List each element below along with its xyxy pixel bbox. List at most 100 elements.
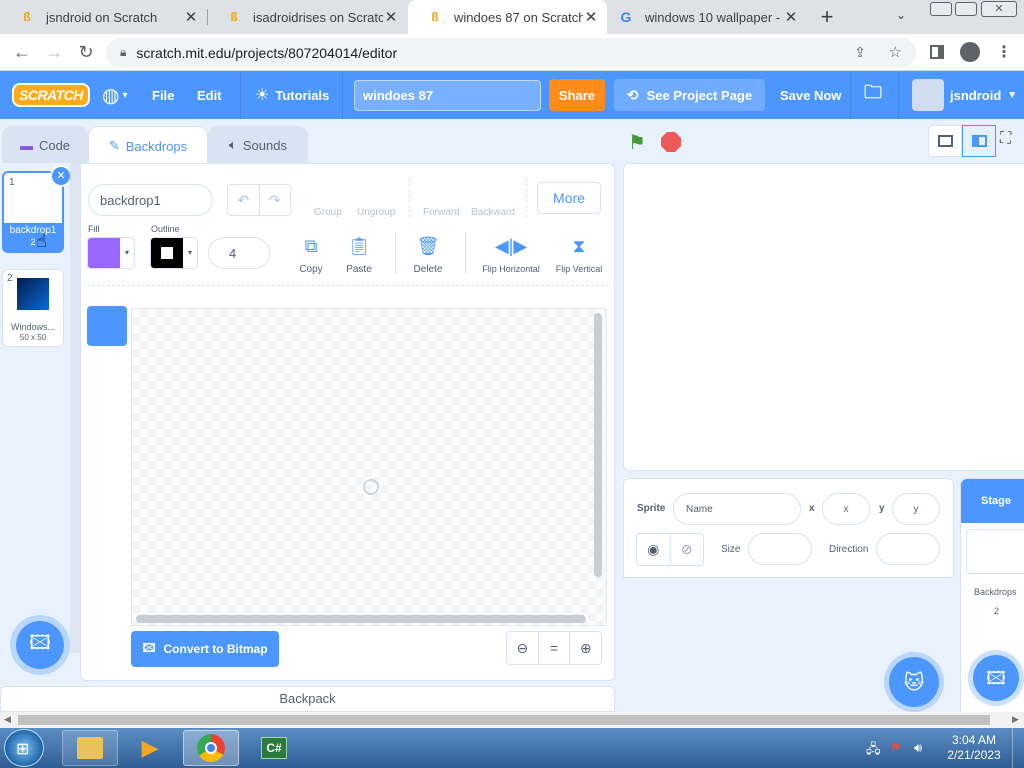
tab-backdrops[interactable]: ✎ Backdrops bbox=[88, 126, 208, 165]
zoom-reset-button[interactable]: = bbox=[539, 632, 571, 664]
csharp-taskbar-button[interactable]: C# bbox=[246, 730, 302, 766]
network-icon[interactable]: 🖧︎ bbox=[866, 740, 881, 762]
back-icon[interactable]: ← bbox=[10, 40, 34, 64]
costume-item-1[interactable]: 1 backdrop1 2 ✕ ☝ bbox=[2, 165, 72, 253]
costume-name-input[interactable]: backdrop1 bbox=[88, 184, 213, 216]
green-flag-icon[interactable]: ⚑ bbox=[628, 130, 646, 155]
scroll-right-icon[interactable]: ▶ bbox=[1012, 714, 1019, 725]
project-title-input[interactable]: windoes 87 bbox=[354, 80, 541, 111]
stop-sign-icon[interactable] bbox=[661, 132, 681, 152]
costume-item-2[interactable]: 2 Windows... 50 x 50 bbox=[2, 269, 64, 347]
undo-icon[interactable]: ↶ bbox=[228, 185, 260, 215]
scrollbar[interactable] bbox=[70, 163, 80, 653]
group-button[interactable]: Group bbox=[314, 207, 342, 218]
x-input[interactable]: x bbox=[822, 493, 870, 525]
fullscreen-icon[interactable]: ⛶ bbox=[1000, 130, 1011, 148]
account-menu[interactable]: jsndroid ▼ bbox=[912, 71, 1017, 119]
stage-canvas[interactable] bbox=[623, 163, 1024, 471]
delete-button[interactable]: 🗑︎ Delete bbox=[408, 236, 448, 275]
language-globe-icon[interactable]: ◍ ▾ bbox=[102, 71, 127, 119]
delete-costume-icon[interactable]: ✕ bbox=[50, 165, 72, 187]
horizontal-scrollbar[interactable] bbox=[136, 615, 586, 623]
scratch-logo[interactable]: SCRATCH bbox=[12, 71, 90, 119]
size-input[interactable] bbox=[748, 533, 812, 565]
forward-icon[interactable]: → bbox=[42, 40, 66, 64]
chrome-taskbar-button[interactable] bbox=[183, 730, 239, 766]
flip-horizontal-button[interactable]: ◀|▶ Flip Horizontal bbox=[476, 236, 546, 274]
direction-input[interactable] bbox=[876, 533, 940, 565]
tab-code[interactable]: ▬ Code bbox=[2, 126, 88, 164]
browser-tab-strip: ß jsndroid on Scratch ✕ ß isadroidrises … bbox=[0, 0, 1024, 34]
tool-selected[interactable] bbox=[87, 306, 127, 346]
fill-color-picker[interactable]: ▾ bbox=[87, 237, 135, 269]
reload-icon[interactable]: ↻ bbox=[74, 40, 98, 64]
show-desktop-button[interactable] bbox=[1012, 728, 1024, 768]
close-icon[interactable]: ✕ bbox=[183, 8, 199, 26]
stage-thumbnail[interactable] bbox=[966, 529, 1024, 574]
new-tab-button[interactable]: + bbox=[816, 4, 838, 30]
edit-menu[interactable]: Edit bbox=[197, 71, 222, 119]
explorer-taskbar-button[interactable] bbox=[62, 730, 118, 766]
save-now-button[interactable]: Save Now bbox=[780, 71, 841, 119]
close-icon[interactable]: ✕ bbox=[783, 8, 799, 26]
outline-color-picker[interactable]: ▾ bbox=[150, 237, 198, 269]
flip-vertical-button[interactable]: ⧗ Flip Vertical bbox=[549, 236, 609, 274]
share-page-icon[interactable]: ⇪ bbox=[854, 44, 866, 61]
file-menu[interactable]: File bbox=[152, 71, 174, 119]
choose-stage-backdrop-button[interactable]: 🖾︎ bbox=[973, 655, 1019, 701]
stage-header[interactable]: Stage bbox=[961, 479, 1024, 523]
browser-tab-2[interactable]: ß isadroidrises on Scratch ✕ bbox=[207, 0, 407, 34]
tab-sounds[interactable]: 🔈︎ Sounds bbox=[208, 126, 308, 164]
chrome-icon bbox=[197, 734, 225, 762]
speaker-icon: 🔈︎ bbox=[229, 137, 237, 152]
zoom-out-icon[interactable]: ⊖ bbox=[507, 632, 539, 664]
start-button[interactable]: ⊞ bbox=[4, 729, 44, 767]
share-button[interactable]: Share bbox=[549, 79, 605, 111]
outline-width-input[interactable]: 4 bbox=[208, 237, 270, 269]
ungroup-button[interactable]: Ungroup bbox=[357, 207, 395, 218]
copy-button[interactable]: ⧉ Copy bbox=[291, 236, 331, 275]
scroll-left-icon[interactable]: ◀ bbox=[4, 714, 11, 725]
backward-button[interactable]: Backward bbox=[471, 207, 515, 218]
media-player-taskbar-button[interactable]: ▶ bbox=[122, 730, 178, 766]
action-center-icon[interactable]: ⚑ bbox=[890, 740, 902, 756]
paste-button[interactable]: 📋︎ Paste bbox=[339, 236, 379, 275]
redo-icon[interactable]: ↷ bbox=[260, 185, 291, 215]
hide-eye-icon[interactable]: ⊘ bbox=[671, 534, 704, 565]
menu-kebab-icon[interactable]: ⋮ bbox=[996, 42, 1012, 62]
clock[interactable]: 3:04 AM 2/21/2023 bbox=[940, 733, 1008, 763]
tutorials-button[interactable]: ☀ Tutorials bbox=[255, 71, 329, 119]
bookmark-star-icon[interactable]: ☆ bbox=[889, 43, 902, 61]
side-panel-icon[interactable] bbox=[930, 45, 944, 59]
close-icon[interactable]: ✕ bbox=[583, 8, 599, 26]
y-input[interactable]: y bbox=[892, 493, 940, 525]
window-close-icon[interactable]: ✕ bbox=[981, 1, 1017, 17]
choose-backdrop-button[interactable]: 🖾︎ bbox=[16, 621, 64, 669]
paint-canvas[interactable] bbox=[131, 308, 607, 626]
vertical-scrollbar[interactable] bbox=[594, 313, 602, 577]
page-horizontal-scrollbar[interactable]: ◀ ▶ bbox=[0, 712, 1024, 728]
address-bar[interactable]: 🔒︎ scratch.mit.edu/projects/807204014/ed… bbox=[106, 38, 916, 67]
small-stage-button[interactable] bbox=[928, 125, 962, 157]
more-button[interactable]: More bbox=[537, 182, 601, 214]
maximize-icon[interactable] bbox=[955, 2, 977, 16]
zoom-in-icon[interactable]: ⊕ bbox=[570, 632, 601, 664]
minimize-icon[interactable] bbox=[930, 2, 952, 16]
forward-button[interactable]: Forward bbox=[423, 207, 460, 218]
browser-tab-1[interactable]: ß jsndroid on Scratch ✕ bbox=[0, 0, 207, 34]
scrollbar-thumb[interactable] bbox=[18, 715, 990, 725]
browser-tab-3[interactable]: ß windoes 87 on Scratch ✕ bbox=[408, 0, 607, 34]
convert-to-bitmap-button[interactable]: 🖾︎ Convert to Bitmap bbox=[131, 631, 279, 667]
close-icon[interactable]: ✕ bbox=[383, 8, 399, 26]
choose-sprite-button[interactable]: 🐱︎ bbox=[889, 657, 939, 707]
see-project-page-button[interactable]: ⟲ See Project Page bbox=[614, 79, 765, 111]
sprite-name-input[interactable]: Name bbox=[673, 493, 801, 525]
volume-icon[interactable]: 🔊︎ bbox=[914, 740, 922, 756]
show-eye-icon[interactable]: ◉ bbox=[637, 534, 671, 565]
tab-search-icon[interactable]: ⌄ bbox=[896, 8, 906, 22]
profile-avatar-icon[interactable] bbox=[960, 42, 980, 62]
browser-tab-4[interactable]: G windows 10 wallpaper - G ✕ bbox=[607, 0, 807, 34]
normal-stage-button[interactable] bbox=[962, 125, 996, 157]
backpack-header[interactable]: Backpack bbox=[0, 686, 615, 712]
my-stuff-folder-icon[interactable]: 🗀︎ bbox=[864, 71, 882, 119]
